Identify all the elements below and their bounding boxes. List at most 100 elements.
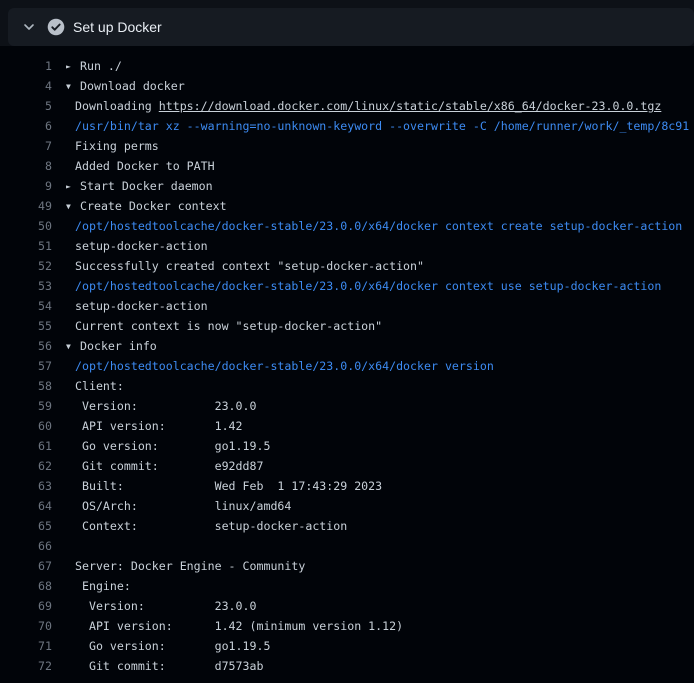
line-content: setup-docker-action (52, 236, 208, 256)
chevron-down-icon[interactable] (18, 16, 40, 38)
line-number[interactable]: 49 (0, 196, 52, 216)
line-number[interactable]: 63 (0, 476, 52, 496)
line-number[interactable]: 52 (0, 256, 52, 276)
log-text: OS/Arch: linux/amd64 (75, 499, 291, 513)
line-content: Fixing perms (52, 136, 159, 156)
line-number[interactable]: 72 (0, 656, 52, 676)
log-command-text: /opt/hostedtoolcache/docker-stable/23.0.… (75, 359, 494, 373)
log-line: 60 API version: 1.42 (0, 416, 694, 436)
line-number[interactable]: 70 (0, 616, 52, 636)
log-group-row[interactable]: 1►Run ./ (0, 56, 694, 76)
line-number[interactable]: 57 (0, 356, 52, 376)
line-number[interactable]: 53 (0, 276, 52, 296)
log-line: 61 Go version: go1.19.5 (0, 436, 694, 456)
log-line: 64 OS/Arch: linux/amd64 (0, 496, 694, 516)
log-text: Version: 23.0.0 (75, 399, 256, 413)
log-group-row[interactable]: 49▼Create Docker context (0, 196, 694, 216)
line-content: Context: setup-docker-action (52, 516, 347, 536)
log-line: 51setup-docker-action (0, 236, 694, 256)
log-text: API version: 1.42 (75, 419, 243, 433)
line-content (52, 536, 75, 556)
line-number[interactable]: 50 (0, 216, 52, 236)
line-number[interactable]: 5 (0, 96, 52, 116)
log-line: 5Downloading https://download.docker.com… (0, 96, 694, 116)
log-line: 69 Version: 23.0.0 (0, 596, 694, 616)
log-text: Current context is now "setup-docker-act… (75, 319, 382, 333)
triangle-down-icon[interactable]: ▼ (66, 337, 80, 357)
line-content: Git commit: d7573ab (52, 656, 263, 676)
log-text: Server: Docker Engine - Community (75, 559, 305, 573)
group-label: Run ./ (80, 59, 122, 73)
log-line: 68 Engine: (0, 576, 694, 596)
line-number[interactable]: 68 (0, 576, 52, 596)
line-number[interactable]: 65 (0, 516, 52, 536)
line-content: ►Run ./ (52, 56, 122, 76)
log-line: 70 API version: 1.42 (minimum version 1.… (0, 616, 694, 636)
line-number[interactable]: 54 (0, 296, 52, 316)
log-line: 71 Go version: go1.19.5 (0, 636, 694, 656)
line-content: /usr/bin/tar xz --warning=no-unknown-key… (52, 116, 689, 136)
log-line: 54 setup-docker-action (0, 296, 694, 316)
log-line: 8 Added Docker to PATH (0, 156, 694, 176)
line-number[interactable]: 61 (0, 436, 52, 456)
log-line: 52Successfully created context "setup-do… (0, 256, 694, 276)
triangle-down-icon[interactable]: ▼ (66, 197, 80, 217)
line-content: /opt/hostedtoolcache/docker-stable/23.0.… (52, 276, 661, 296)
line-number[interactable]: 56 (0, 336, 52, 356)
log-line: 62 Git commit: e92dd87 (0, 456, 694, 476)
log-line: 72 Git commit: d7573ab (0, 656, 694, 676)
line-number[interactable]: 6 (0, 116, 52, 136)
line-content: Version: 23.0.0 (52, 396, 256, 416)
group-label: Docker info (80, 339, 157, 353)
line-content: Git commit: e92dd87 (52, 456, 263, 476)
line-number[interactable]: 7 (0, 136, 52, 156)
line-number[interactable]: 8 (0, 156, 52, 176)
triangle-down-icon[interactable]: ▼ (66, 77, 80, 97)
log-line: 7Fixing perms (0, 136, 694, 156)
line-content: Built: Wed Feb 1 17:43:29 2023 (52, 476, 382, 496)
line-content: Added Docker to PATH (52, 156, 215, 176)
log-text: Go version: go1.19.5 (75, 439, 270, 453)
line-number[interactable]: 51 (0, 236, 52, 256)
line-number[interactable]: 64 (0, 496, 52, 516)
line-number[interactable]: 58 (0, 376, 52, 396)
log-text: Version: 23.0.0 (75, 599, 256, 613)
line-number[interactable]: 71 (0, 636, 52, 656)
line-content: Server: Docker Engine - Community (52, 556, 305, 576)
log-text: Go version: go1.19.5 (75, 639, 270, 653)
log-command-text: /usr/bin/tar xz --warning=no-unknown-key… (75, 119, 689, 133)
triangle-right-icon[interactable]: ► (66, 57, 80, 77)
log-group-row[interactable]: 9►Start Docker daemon (0, 176, 694, 196)
log-text: setup-docker-action (75, 299, 208, 313)
line-number[interactable]: 9 (0, 176, 52, 196)
log-command-text: /opt/hostedtoolcache/docker-stable/23.0.… (75, 219, 682, 233)
log-url-link[interactable]: https://download.docker.com/linux/static… (159, 99, 662, 113)
line-number[interactable]: 4 (0, 76, 52, 96)
group-label: Create Docker context (80, 199, 227, 213)
line-number[interactable]: 60 (0, 416, 52, 436)
log-text: Client: (75, 379, 124, 393)
line-number[interactable]: 69 (0, 596, 52, 616)
log-text: Git commit: d7573ab (75, 659, 263, 673)
line-number[interactable]: 66 (0, 536, 52, 556)
line-content: Downloading https://download.docker.com/… (52, 96, 661, 116)
log-text: Git commit: e92dd87 (75, 459, 263, 473)
log-group-row[interactable]: 4▼Download docker (0, 76, 694, 96)
line-content: ▼Download docker (52, 76, 185, 96)
line-content: API version: 1.42 (52, 416, 243, 436)
line-number[interactable]: 55 (0, 316, 52, 336)
step-header[interactable]: Set up Docker (8, 8, 694, 46)
line-number[interactable]: 59 (0, 396, 52, 416)
log-text: Added Docker to PATH (75, 159, 215, 173)
line-number[interactable]: 62 (0, 456, 52, 476)
group-label: Download docker (80, 79, 185, 93)
line-number[interactable]: 67 (0, 556, 52, 576)
line-number[interactable]: 1 (0, 56, 52, 76)
line-content: ▼Create Docker context (52, 196, 227, 216)
line-content: Successfully created context "setup-dock… (52, 256, 424, 276)
log-lines: 1►Run ./4▼Download docker5Downloading ht… (0, 56, 694, 676)
log-group-row[interactable]: 56 ▼Docker info (0, 336, 694, 356)
triangle-right-icon[interactable]: ► (66, 177, 80, 197)
line-content: Client: (52, 376, 124, 396)
line-content: Current context is now "setup-docker-act… (52, 316, 382, 336)
